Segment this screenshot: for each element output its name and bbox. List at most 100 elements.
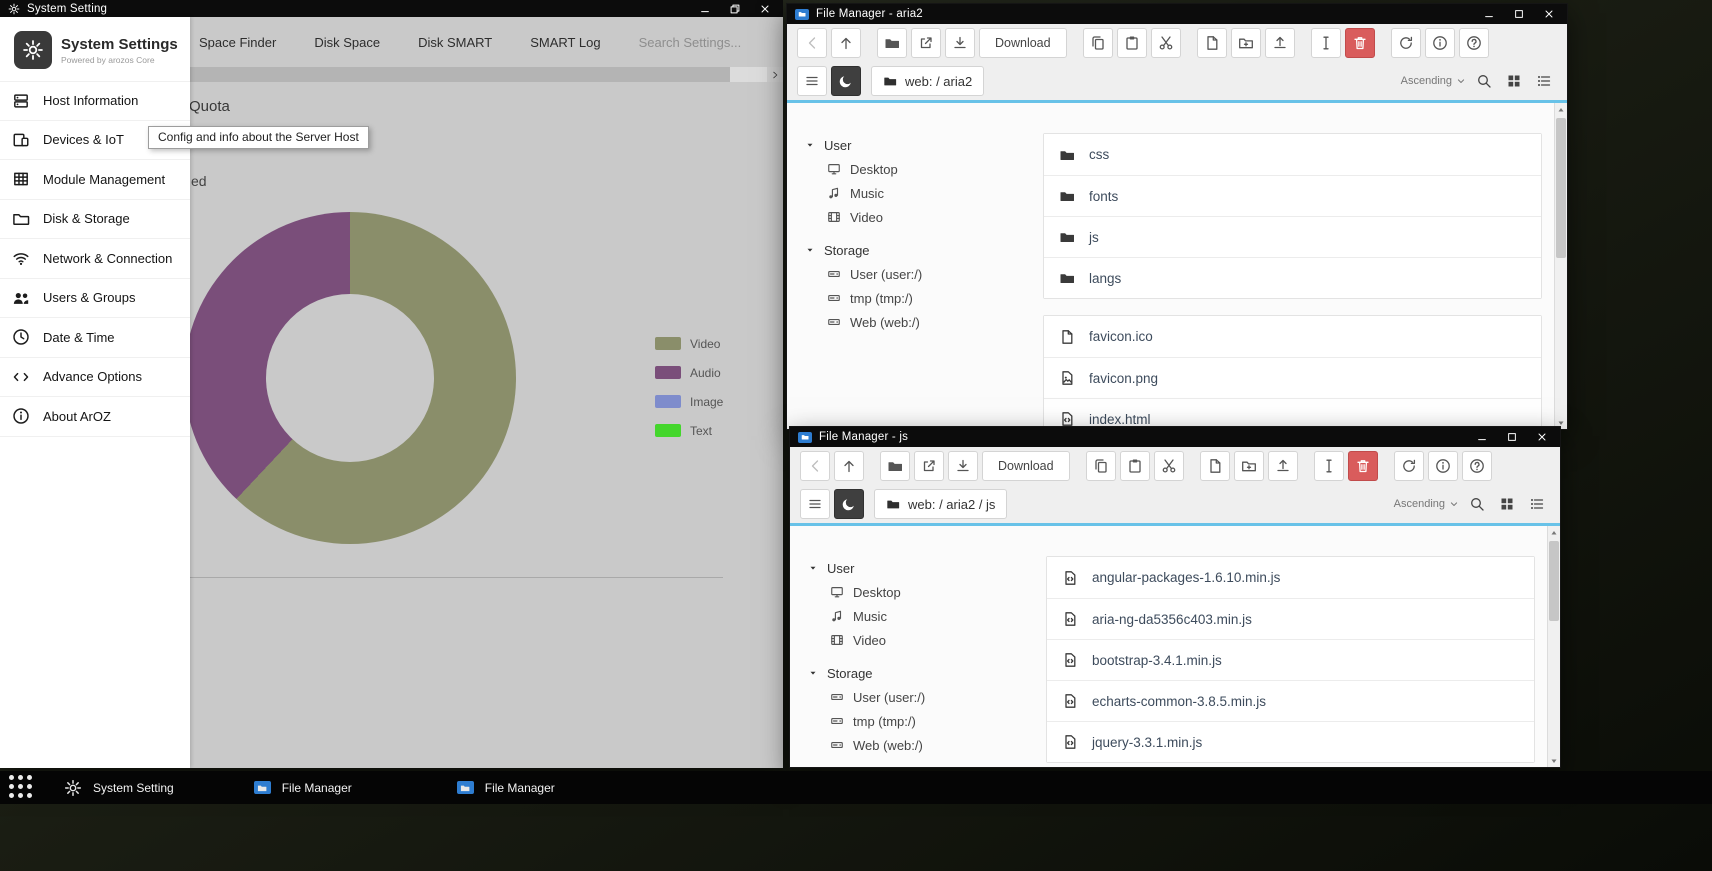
legend-item-video[interactable]: Video [655, 329, 723, 358]
tree-item-user-drive[interactable]: User (user:/) [805, 262, 1037, 286]
sidebar-item-about-aroz[interactable]: About ArOZ [0, 397, 190, 437]
legend-item-audio[interactable]: Audio [655, 358, 723, 387]
sidebar-item-disk-storage[interactable]: Disk & Storage [0, 200, 190, 240]
file-row-jquery[interactable]: jquery-3.3.1.min.js [1047, 721, 1534, 762]
apps-grid-icon[interactable] [9, 775, 34, 800]
tree-item-web-drive[interactable]: Web (web:/) [805, 310, 1037, 334]
close-button[interactable] [755, 1, 775, 17]
tab-space-finder[interactable]: Space Finder [199, 35, 276, 50]
scrollbar-thumb[interactable] [1549, 541, 1559, 621]
rename-button[interactable] [1311, 28, 1341, 58]
delete-button[interactable] [1348, 451, 1378, 481]
grid-view-button[interactable] [1501, 68, 1527, 94]
sidebar-item-date-time[interactable]: Date & Time [0, 318, 190, 358]
info-button[interactable] [1428, 451, 1458, 481]
hscrollbar-thumb[interactable] [190, 67, 730, 82]
legend-item-image[interactable]: Image [655, 387, 723, 416]
download-button[interactable]: Download [979, 28, 1067, 58]
grid-view-button[interactable] [1494, 491, 1520, 517]
breadcrumb[interactable]: web: / aria2 [871, 66, 984, 96]
tree-item-video[interactable]: Video [808, 628, 1040, 652]
scroll-up-arrow[interactable] [1548, 526, 1560, 539]
file-row-langs[interactable]: langs [1044, 257, 1541, 298]
minimize-button[interactable] [1479, 6, 1499, 22]
cut-button[interactable] [1151, 28, 1181, 58]
file-row-aria-ng[interactable]: aria-ng-da5356c403.min.js [1047, 598, 1534, 639]
upload-button[interactable] [1268, 451, 1298, 481]
cut-button[interactable] [1154, 451, 1184, 481]
tab-smart-log[interactable]: SMART Log [530, 35, 600, 50]
titlebar[interactable]: System Setting [0, 0, 783, 17]
refresh-button[interactable] [1391, 28, 1421, 58]
tree-item-desktop[interactable]: Desktop [805, 157, 1037, 181]
tab-disk-smart[interactable]: Disk SMART [418, 35, 492, 50]
open-folder-button[interactable] [877, 28, 907, 58]
menu-button[interactable] [800, 489, 830, 519]
taskbar-item-system-setting[interactable]: System Setting [64, 779, 174, 797]
download-button[interactable]: Download [982, 451, 1070, 481]
file-row-css[interactable]: css [1044, 134, 1541, 175]
help-button[interactable] [1462, 451, 1492, 481]
tree-item-tmp-drive[interactable]: tmp (tmp:/) [808, 709, 1040, 733]
paste-button[interactable] [1117, 28, 1147, 58]
sort-dropdown[interactable]: Ascending [1394, 498, 1460, 510]
list-view-button[interactable] [1531, 68, 1557, 94]
taskbar-item-file-manager-2[interactable]: File Manager [457, 781, 555, 795]
sidebar-item-users-groups[interactable]: Users & Groups [0, 279, 190, 319]
titlebar[interactable]: File Manager - js [790, 427, 1560, 447]
tree-group-user[interactable]: User [805, 133, 1037, 157]
sort-dropdown[interactable]: Ascending [1401, 75, 1467, 87]
tree-item-web-drive[interactable]: Web (web:/) [808, 733, 1040, 757]
scroll-up-arrow[interactable] [1555, 103, 1567, 116]
open-folder-button[interactable] [880, 451, 910, 481]
vertical-scrollbar[interactable] [1554, 103, 1567, 429]
file-row-fonts[interactable]: fonts [1044, 175, 1541, 216]
close-button[interactable] [1539, 6, 1559, 22]
sidebar-item-host-information[interactable]: Host Information [0, 81, 190, 121]
refresh-button[interactable] [1394, 451, 1424, 481]
file-row-favicon-png[interactable]: favicon.png [1044, 357, 1541, 398]
sidebar-item-module-management[interactable]: Module Management [0, 160, 190, 200]
restore-button[interactable] [725, 1, 745, 17]
scroll-right-arrow[interactable] [767, 67, 783, 82]
scrollbar-thumb[interactable] [1556, 118, 1566, 258]
back-button[interactable] [800, 451, 830, 481]
list-view-button[interactable] [1524, 491, 1550, 517]
up-button[interactable] [834, 451, 864, 481]
new-file-button[interactable] [1200, 451, 1230, 481]
help-button[interactable] [1459, 28, 1489, 58]
rename-button[interactable] [1314, 451, 1344, 481]
storage-quota-donut-chart[interactable] [184, 212, 516, 544]
back-button[interactable] [797, 28, 827, 58]
settings-search-input[interactable] [639, 35, 769, 50]
minimize-button[interactable] [1472, 429, 1492, 445]
info-button[interactable] [1425, 28, 1455, 58]
dark-mode-button[interactable] [831, 66, 861, 96]
paste-button[interactable] [1120, 451, 1150, 481]
file-row-bootstrap[interactable]: bootstrap-3.4.1.min.js [1047, 639, 1534, 680]
maximize-button[interactable] [1509, 6, 1529, 22]
search-button[interactable] [1471, 68, 1497, 94]
maximize-button[interactable] [1502, 429, 1522, 445]
tree-group-storage[interactable]: Storage [805, 238, 1037, 262]
new-folder-button[interactable] [1234, 451, 1264, 481]
open-external-button[interactable] [911, 28, 941, 58]
new-folder-button[interactable] [1231, 28, 1261, 58]
dark-mode-button[interactable] [834, 489, 864, 519]
copy-button[interactable] [1086, 451, 1116, 481]
tree-group-user[interactable]: User [808, 556, 1040, 580]
file-row-favicon-ico[interactable]: favicon.ico [1044, 316, 1541, 357]
tree-item-tmp-drive[interactable]: tmp (tmp:/) [805, 286, 1037, 310]
scroll-down-arrow[interactable] [1548, 754, 1560, 767]
search-button[interactable] [1464, 491, 1490, 517]
delete-button[interactable] [1345, 28, 1375, 58]
upload-button[interactable] [1265, 28, 1295, 58]
open-external-button[interactable] [914, 451, 944, 481]
file-row-js[interactable]: js [1044, 216, 1541, 257]
titlebar[interactable]: File Manager - aria2 [787, 4, 1567, 24]
new-file-button[interactable] [1197, 28, 1227, 58]
download-icon-button[interactable] [948, 451, 978, 481]
tree-item-video[interactable]: Video [805, 205, 1037, 229]
tree-item-desktop[interactable]: Desktop [808, 580, 1040, 604]
minimize-button[interactable] [695, 1, 715, 17]
